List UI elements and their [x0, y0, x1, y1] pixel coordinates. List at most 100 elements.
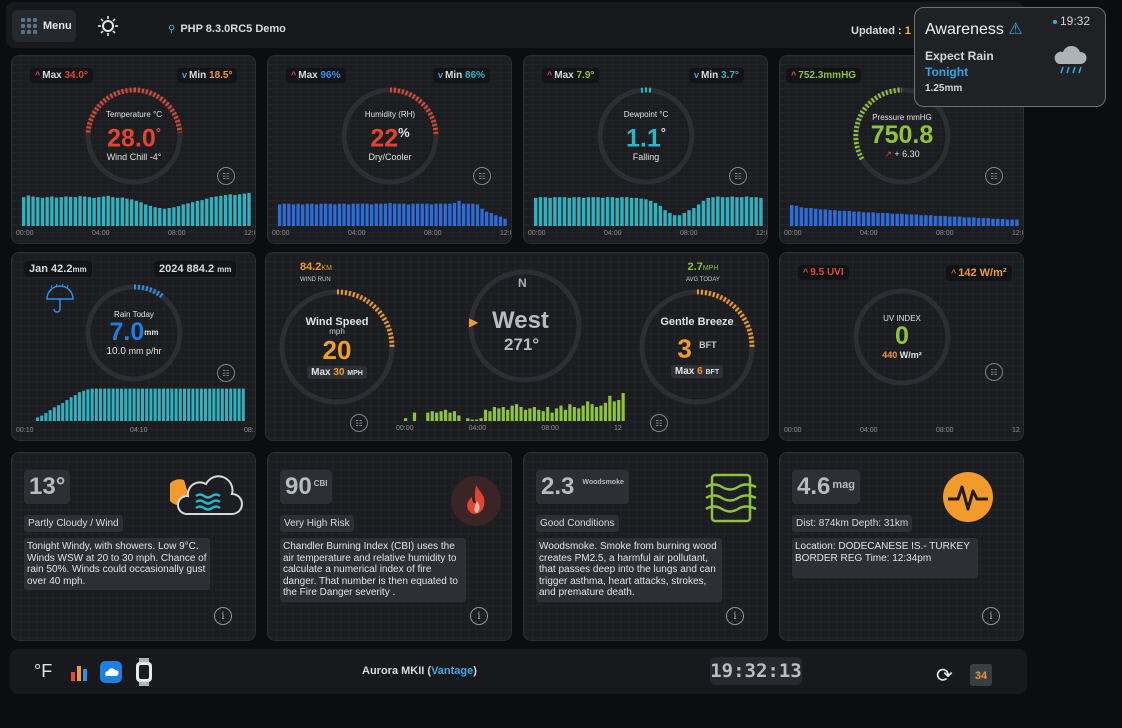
- chart-icon[interactable]: ☷: [729, 167, 747, 185]
- chart-icon[interactable]: ☷: [217, 167, 235, 185]
- dewpoint-trend: Falling: [632, 152, 660, 163]
- menu-button[interactable]: Menu: [12, 10, 76, 42]
- spark-bar: [443, 203, 447, 226]
- rain-year: 2024 884.2 mm: [154, 261, 237, 277]
- spark-bar: [90, 388, 94, 421]
- spark-bar: [412, 412, 417, 421]
- tick-label: 08:00: [680, 230, 698, 237]
- info-icon[interactable]: i: [982, 607, 1000, 625]
- uv-value: 0: [895, 322, 909, 350]
- spark-bar: [59, 197, 63, 226]
- spark-bar: [790, 205, 794, 226]
- unit-toggle-button[interactable]: °F: [34, 661, 52, 682]
- spark-bar: [439, 411, 443, 421]
- spark-bar: [842, 210, 847, 226]
- spark-bar: [720, 197, 725, 226]
- spark-bar: [223, 195, 228, 226]
- humidity-value: 22%: [370, 124, 410, 153]
- refresh-icon[interactable]: ⟳: [936, 663, 953, 688]
- min-label: Min: [701, 70, 719, 81]
- wind-speed-readout: Wind Speed mph 20 Max 30 MPH: [276, 286, 398, 408]
- spark-bar: [282, 203, 286, 226]
- smoke-description: Woodsmoke. Smoke from burning wood creat…: [536, 538, 722, 602]
- theme-toggle-icon[interactable]: [98, 16, 118, 36]
- spark-bar: [78, 196, 82, 226]
- spark-bar: [515, 404, 519, 421]
- chart-icon[interactable]: ☷: [650, 414, 668, 432]
- min-value: 3.7°: [721, 70, 739, 81]
- info-icon[interactable]: i: [726, 607, 744, 625]
- chart-icon[interactable]: ☷: [985, 167, 1003, 185]
- spark-bar: [124, 388, 128, 421]
- spark-bar: [687, 210, 691, 226]
- spark-bar: [976, 218, 981, 226]
- humidity-max: ^ Max 96%: [286, 68, 346, 83]
- spark-bar: [439, 203, 443, 226]
- awareness-popup[interactable]: Awareness ⚠ 19:32 Expect Rain Tonight 1.…: [914, 7, 1106, 107]
- spark-bar: [111, 388, 115, 421]
- spark-bar: [952, 216, 957, 226]
- rain-month: Jan 42.2mm: [24, 261, 92, 277]
- spark-bar: [141, 388, 145, 421]
- spark-bar: [818, 209, 823, 226]
- chart-icon[interactable]: ☷: [985, 363, 1003, 381]
- beaufort-max: Max 6 BFT: [670, 365, 724, 379]
- spark-bar: [599, 405, 603, 421]
- spark-bar: [924, 215, 928, 226]
- air-filter-icon: [705, 473, 757, 523]
- spark-bar: [111, 197, 115, 226]
- spark-bar: [404, 418, 408, 421]
- awareness-amount: 1.25mm: [925, 83, 963, 94]
- umbrella-icon: [46, 283, 74, 313]
- spark-bar: [967, 217, 971, 226]
- spark-bar: [823, 209, 827, 226]
- spark-bar: [247, 192, 251, 226]
- chart-icon[interactable]: ☷: [473, 167, 491, 185]
- temperature-readout: Temperature °C 28.0° Wind Chill -4°: [82, 84, 186, 188]
- spark-bar: [644, 199, 648, 226]
- spark-bar: [83, 196, 87, 226]
- fire-description: Chandler Burning Index (CBI) uses the ai…: [280, 538, 466, 602]
- uv-solar: 440 W/m²: [882, 350, 922, 360]
- spark-bar: [621, 393, 625, 421]
- version-text: PHP 8.3.0RC5 Demo: [180, 23, 286, 35]
- cloudy-wind-icon: [170, 475, 243, 515]
- spark-bar: [492, 407, 496, 421]
- tick-label: 00:00: [272, 230, 290, 237]
- station-link[interactable]: Vantage: [431, 665, 473, 677]
- spark-bar: [342, 203, 346, 226]
- wind-speed-label: Wind Speed: [305, 315, 369, 328]
- cloud-app-icon[interactable]: [100, 661, 122, 683]
- spark-bar: [324, 203, 328, 226]
- spark-bar: [416, 203, 420, 226]
- info-icon[interactable]: i: [470, 607, 488, 625]
- info-icon[interactable]: i: [214, 607, 232, 625]
- calendar-icon[interactable]: 34: [970, 664, 992, 686]
- spark-bar: [794, 205, 799, 226]
- spark-bar: [1010, 219, 1014, 226]
- spark-bar: [187, 388, 191, 421]
- spark-bar: [981, 218, 986, 226]
- spark-bar: [430, 411, 434, 421]
- spark-bar: [480, 208, 484, 226]
- spark-bar: [672, 215, 677, 226]
- spark-bar: [103, 388, 107, 421]
- spark-bar: [448, 203, 452, 226]
- spark-bar: [457, 200, 461, 226]
- spark-bar: [296, 203, 300, 226]
- spark-bar: [972, 217, 976, 226]
- chart-icon[interactable]: ☷: [217, 364, 235, 382]
- humidity-card: ^ Max 96% v Min 86% Humidity (RH) 22% Dry/…: [267, 55, 512, 244]
- spark-bar: [1005, 219, 1010, 226]
- spark-bar: [479, 418, 483, 421]
- spark-bar: [871, 212, 875, 226]
- tick-label: 12: [1012, 427, 1020, 434]
- temperature-value: 28.0°: [107, 124, 161, 153]
- quake-status: Dist: 874km Depth: 31km: [792, 515, 913, 532]
- chart-icon[interactable]: ☷: [350, 414, 368, 432]
- watch-icon[interactable]: [134, 658, 154, 686]
- spark-bar: [73, 395, 77, 421]
- spark-bar: [406, 204, 411, 226]
- spark-bar: [639, 198, 643, 226]
- bar-chart-icon[interactable]: [68, 661, 90, 683]
